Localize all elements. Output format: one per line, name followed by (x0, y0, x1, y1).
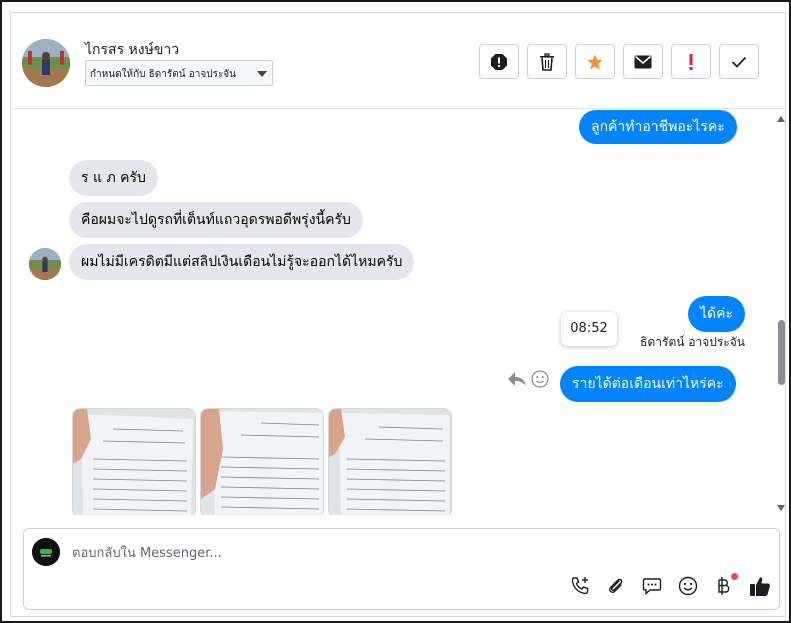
conversation-header: ไกรสร หงษ์ขาว กำหนดให้กับ ธิดารัตน์ อาจป… (11, 13, 785, 109)
contact-avatar[interactable] (22, 39, 70, 87)
like-button[interactable] (749, 575, 771, 597)
follow-up-button[interactable] (671, 44, 711, 79)
scrollbar-thumb[interactable] (778, 320, 785, 385)
payment-button[interactable] (713, 573, 738, 597)
conversation-panel: ไกรสร หงษ์ขาว กำหนดให้กับ ธิดารัตน์ อาจป… (10, 12, 786, 617)
check-icon (731, 56, 747, 68)
scroll-down-icon[interactable] (777, 505, 785, 511)
delete-button[interactable] (527, 44, 567, 79)
follow-up-icon (689, 53, 693, 70)
paperclip-icon (609, 578, 623, 593)
assign-dropdown[interactable]: กำหนดให้กับ ธิดารัตน์ อาจประจัน (85, 60, 273, 86)
saved-reply-button[interactable] (641, 575, 663, 597)
sender-label: ธิดารัตน์ อาจประจัน (640, 335, 745, 349)
star-button[interactable] (575, 44, 615, 79)
mark-done-button[interactable] (719, 44, 759, 79)
assign-label: กำหนดให้กับ ธิดารัตน์ อาจประจัน (90, 69, 237, 80)
message-bubble-incoming[interactable]: ร แ ภ ครับ (69, 160, 158, 196)
inbox-window: ไกรสร หงษ์ขาว กำหนดให้กับ ธิดารัตน์ อาจป… (0, 0, 791, 623)
message-bubble-outgoing[interactable]: รายได้ต่อเดือนเท่าไหร่คะ (560, 366, 736, 402)
thread-scrollbar[interactable] (777, 110, 785, 515)
message-bubble-incoming[interactable]: คือผมจะไปดูรถที่เต็นท์แถวอุดรพอดีพรุ่งนี… (69, 202, 363, 238)
composer-toolbar (569, 573, 771, 597)
page-avatar (32, 538, 60, 566)
call-add-icon (571, 577, 589, 595)
contact-name[interactable]: ไกรสร หงษ์ขาว (85, 39, 179, 61)
chevron-down-icon (257, 71, 267, 77)
reply-icon[interactable] (507, 370, 527, 392)
message-thread[interactable]: ลูกค้าทำอาชีพอะไรคะ ร แ ภ ครับ คือผมจะไป… (11, 110, 785, 515)
saved-reply-icon (642, 578, 662, 596)
baht-icon (718, 577, 730, 595)
reply-composer (23, 528, 780, 610)
image-attachment[interactable] (328, 408, 452, 515)
header-actions (479, 44, 759, 80)
message-input[interactable] (72, 543, 672, 563)
notification-dot (731, 573, 738, 580)
message-bubble-outgoing[interactable]: ได้ค่ะ (688, 296, 746, 332)
contact-avatar-small (29, 248, 61, 280)
spam-icon (491, 53, 507, 70)
message-bubble-incoming[interactable]: ผมไม่มีเครดิตมีแต่สลิปเงินเดือนไม่รู้จะอ… (69, 244, 415, 280)
scroll-up-icon[interactable] (777, 116, 785, 122)
image-attachment[interactable] (72, 408, 196, 515)
emoji-button[interactable] (677, 575, 699, 597)
mark-spam-button[interactable] (479, 44, 519, 79)
mark-unread-button[interactable] (623, 44, 663, 79)
trash-icon (540, 52, 554, 71)
message-bubble-outgoing[interactable]: ลูกค้าทำอาชีพอะไรคะ (579, 110, 737, 144)
emoji-react-icon[interactable] (531, 370, 549, 392)
like-icon (750, 577, 770, 596)
call-add-button[interactable] (569, 575, 591, 597)
envelope-icon (634, 55, 652, 68)
star-icon (587, 54, 603, 69)
timestamp-tooltip: 08:52 (561, 312, 617, 346)
attach-button[interactable] (605, 575, 627, 597)
image-attachment[interactable] (200, 408, 324, 515)
emoji-icon (678, 576, 698, 596)
